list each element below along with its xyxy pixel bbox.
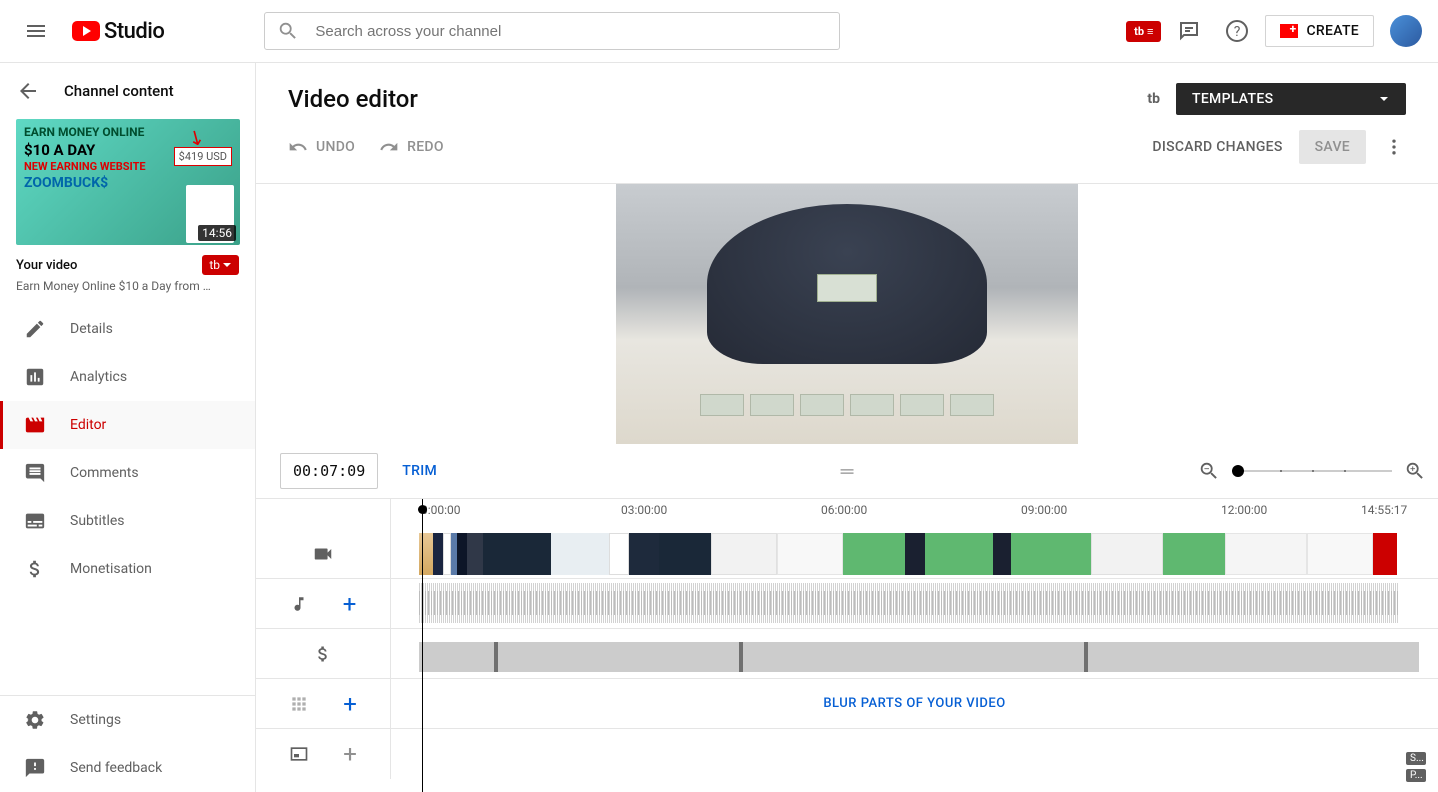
more-options-icon[interactable] [1382, 127, 1406, 167]
breadcrumb[interactable]: Channel content [64, 82, 174, 100]
nav-comments[interactable]: Comments [0, 449, 255, 497]
page-title: Video editor [288, 85, 1147, 113]
audio-track[interactable]: + [256, 579, 1438, 629]
zoom-out-icon[interactable] [1198, 460, 1220, 482]
endscreen-icon [289, 744, 309, 764]
blur-cta[interactable]: BLUR PARTS OF YOUR VIDEO [391, 683, 1438, 724]
tubebuddy-icon[interactable]: tb [1147, 91, 1160, 107]
dollar-icon [313, 644, 333, 664]
youtube-studio-logo[interactable]: Studio [72, 19, 164, 44]
video-preview[interactable] [256, 184, 1438, 444]
video-icon [312, 543, 334, 565]
trim-button[interactable]: TRIM [402, 463, 437, 479]
chevron-down-icon [1378, 93, 1390, 105]
ads-track[interactable] [256, 629, 1438, 679]
menu-icon[interactable] [16, 11, 56, 51]
video-thumbnail[interactable]: EARN MONEY ONLINE $10 A DAY NEW EARNING … [0, 119, 255, 245]
video-title-label: Your video [16, 258, 77, 273]
tubebuddy-badge[interactable]: tb≡ [1126, 21, 1161, 42]
nav-list: Details Analytics Editor Comments Subtit… [0, 305, 255, 695]
create-label: CREATE [1306, 23, 1359, 39]
nav-details[interactable]: Details [0, 305, 255, 353]
badge-s[interactable]: S... [1406, 752, 1426, 765]
tubebuddy-pill[interactable]: tb [202, 255, 239, 275]
redo-button[interactable]: REDO [379, 137, 444, 157]
undo-button[interactable]: UNDO [288, 137, 355, 157]
nav-settings[interactable]: Settings [0, 696, 255, 744]
chat-icon[interactable] [1169, 11, 1209, 51]
playhead[interactable] [422, 499, 423, 792]
gear-icon [24, 709, 46, 731]
camera-icon [1280, 24, 1298, 38]
video-track[interactable] [256, 529, 1438, 579]
nav-analytics[interactable]: Analytics [0, 353, 255, 401]
music-note-icon [290, 595, 308, 613]
comment-icon [24, 462, 46, 484]
endscreen-track[interactable]: + [256, 729, 1438, 779]
blur-track[interactable]: + BLUR PARTS OF YOUR VIDEO [256, 679, 1438, 729]
logo-text: Studio [104, 19, 164, 44]
discard-button[interactable]: DISCARD CHANGES [1152, 139, 1282, 155]
timecode-input[interactable]: 00:07:09 [280, 453, 378, 489]
nav-monetisation[interactable]: Monetisation [0, 545, 255, 593]
app-header: Studio tb≡ ? CREATE [0, 0, 1438, 63]
film-icon [24, 414, 46, 436]
search-icon [277, 20, 299, 42]
add-endscreen-icon[interactable]: + [343, 740, 357, 768]
search-input[interactable] [315, 23, 827, 40]
nav-subtitles[interactable]: Subtitles [0, 497, 255, 545]
timeline: 0:00:00 03:00:00 06:00:00 09:00:00 12:00… [256, 498, 1438, 792]
save-button[interactable]: SAVE [1299, 130, 1366, 164]
timeline-controls: 00:07:09 TRIM ═ [256, 444, 1438, 498]
editor-toolbar: UNDO REDO DISCARD CHANGES SAVE [256, 127, 1438, 184]
sidebar: Channel content EARN MONEY ONLINE $10 A … [0, 63, 256, 792]
drag-handle-icon[interactable]: ═ [841, 461, 854, 482]
nav-editor[interactable]: Editor [0, 401, 255, 449]
video-duration: 14:56 [198, 225, 236, 241]
help-icon[interactable]: ? [1217, 11, 1257, 51]
grid-icon [289, 694, 309, 714]
svg-text:?: ? [1234, 24, 1241, 40]
ruler[interactable]: 0:00:00 03:00:00 06:00:00 09:00:00 12:00… [256, 499, 1438, 529]
header-actions: tb≡ ? CREATE [1126, 11, 1422, 51]
main-content: Video editor tb TEMPLATES UNDO REDO DISC… [256, 63, 1438, 792]
zoom-slider[interactable] [1232, 470, 1392, 472]
subtitles-icon [24, 510, 46, 532]
avatar[interactable] [1390, 15, 1422, 47]
add-audio-icon[interactable]: + [343, 590, 357, 618]
nav-feedback[interactable]: Send feedback [0, 744, 255, 792]
zoom-in-icon[interactable] [1404, 460, 1426, 482]
video-subtitle: Earn Money Online $10 a Day from … [0, 275, 255, 305]
pencil-icon [24, 318, 46, 340]
feedback-icon [24, 757, 46, 779]
create-button[interactable]: CREATE [1265, 15, 1374, 47]
back-arrow-icon[interactable] [16, 79, 40, 103]
search-box[interactable] [264, 12, 840, 50]
dollar-icon [24, 558, 46, 580]
analytics-icon [24, 366, 46, 388]
badge-p[interactable]: P... [1406, 769, 1426, 782]
add-blur-icon[interactable]: + [343, 690, 357, 718]
templates-dropdown[interactable]: TEMPLATES [1176, 83, 1406, 115]
